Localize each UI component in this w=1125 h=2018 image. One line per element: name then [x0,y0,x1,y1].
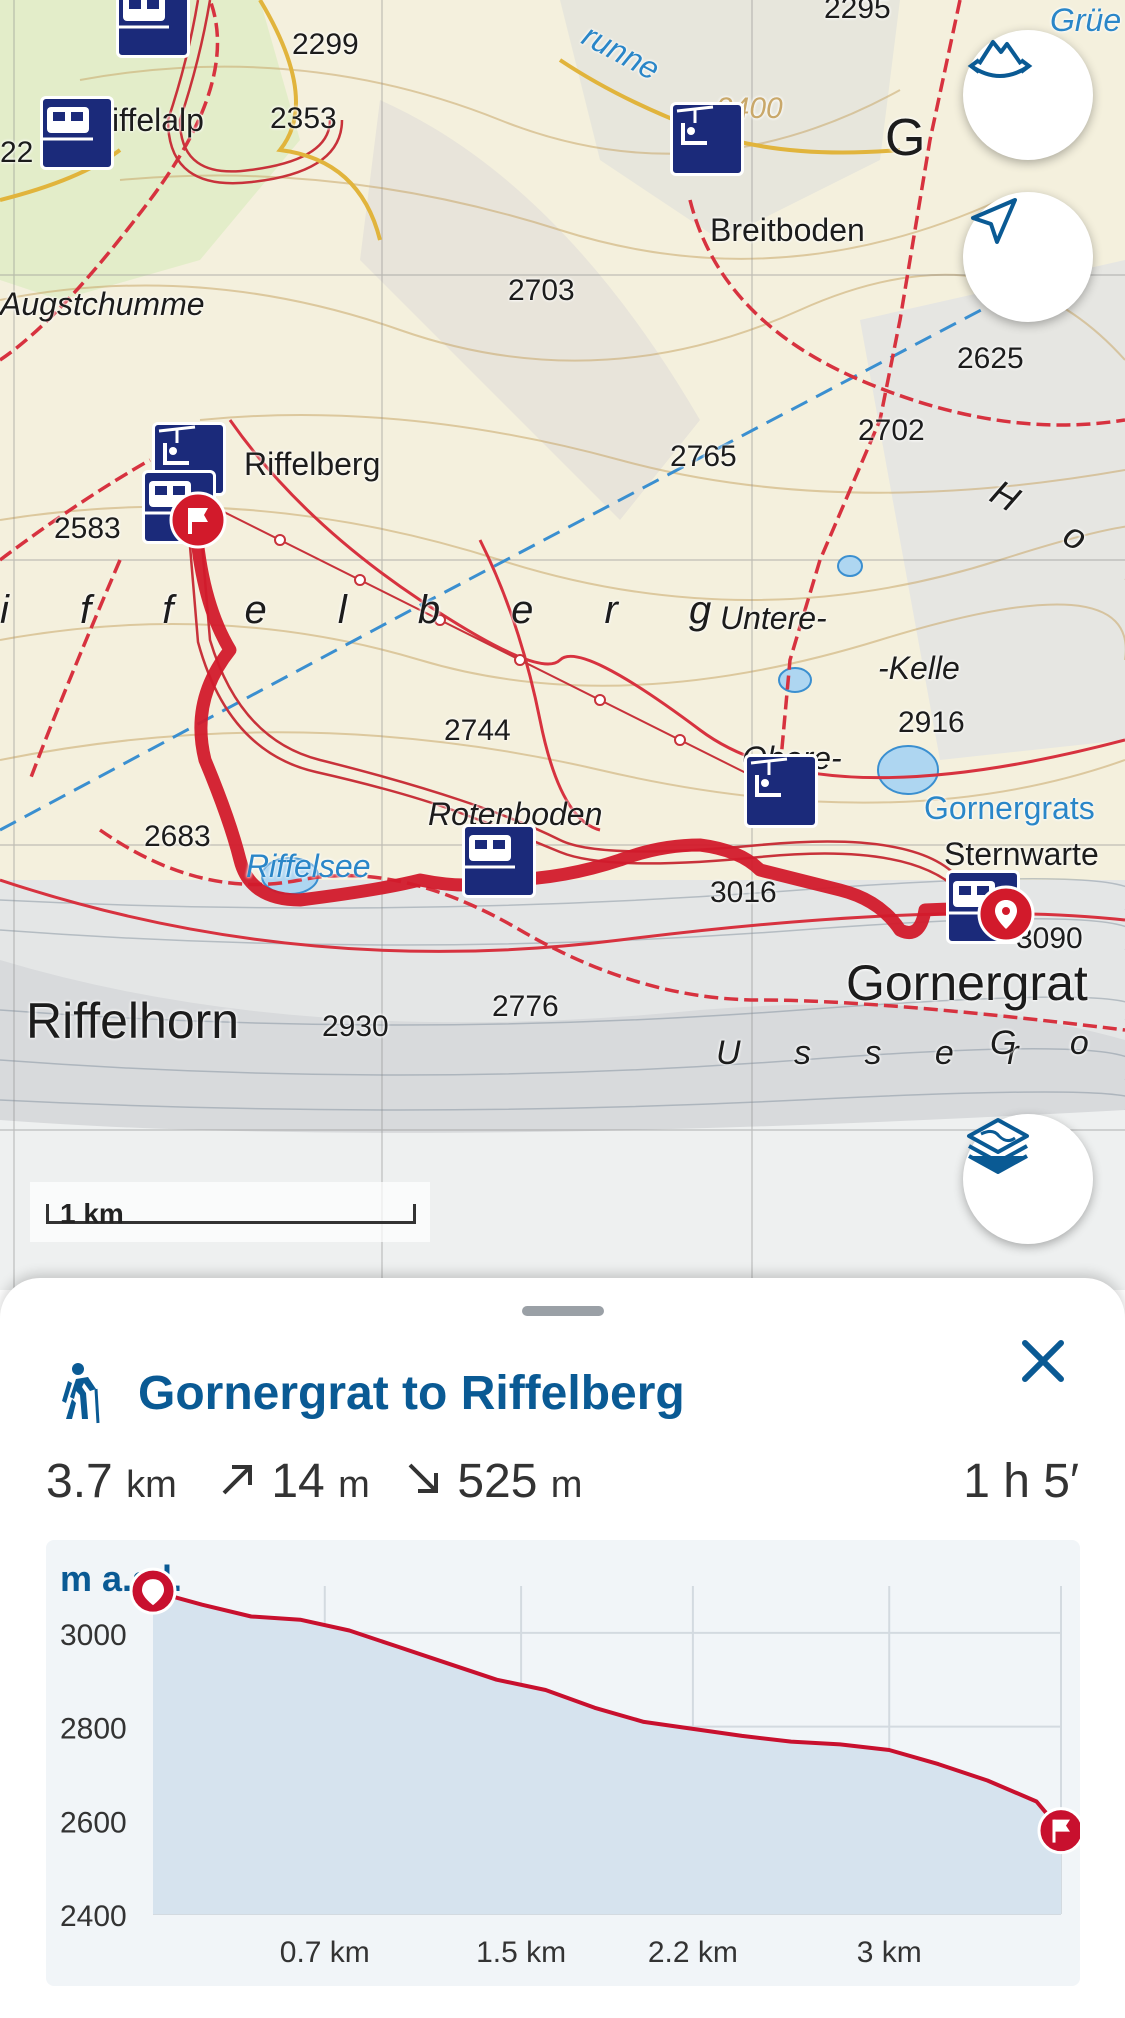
navigation-arrow-icon[interactable] [963,192,1093,322]
ascent-unit: m [338,1464,370,1506]
route-bottom-sheet[interactable]: Gornergrat to Riffelberg 3.7 km 14 m 525… [0,1278,1125,2018]
label-2703: 2703 [508,274,575,307]
descent-stat: 525 m [404,1454,582,1509]
sheet-drag-handle[interactable] [522,1306,604,1316]
chairlift-icon[interactable] [744,754,818,828]
label-gornergrats: Gornergrats [924,790,1095,826]
label-2295: 2295 [824,0,891,25]
label-2702: 2702 [858,414,925,447]
y-tick-label: 2800 [60,1713,127,1746]
close-icon [1022,1340,1064,1382]
railway-station-icon[interactable] [116,0,190,58]
x-tick-label: 0.7 km [280,1936,370,1969]
close-button[interactable] [1010,1328,1076,1394]
label-grue: Grüe [1050,2,1122,38]
descent-arrow-icon [408,1463,438,1493]
duration-stat: 1 h 5′ [963,1455,1079,1508]
y-tick-label: 2600 [60,1806,127,1839]
label-riffelberg: Riffelberg [244,446,381,482]
label-2299: 2299 [292,28,359,61]
route-title: Gornergrat to Riffelberg [138,1366,685,1420]
label-2744: 2744 [444,714,511,747]
layers-icon[interactable] [963,1114,1093,1244]
ascent-arrow-icon [222,1465,252,1495]
label-2683: 2683 [144,820,211,853]
distance-value: 3.7 [46,1455,113,1508]
ascent-stat: 14 m [218,1454,370,1509]
railway-station-icon[interactable] [40,96,114,170]
label-gornergrat: Gornergrat [846,955,1088,1011]
x-tick-label: 2.2 km [648,1936,738,1969]
label-2916: 2916 [898,706,965,739]
elevation-area [153,1591,1061,1914]
label-3016: 3016 [710,876,777,909]
descent-value: 525 [457,1455,538,1508]
map-background [0,0,1125,1290]
label-2776: 2776 [492,990,559,1023]
label-riffelalp: iffelalp [112,102,204,138]
x-tick-label: 3 km [857,1936,922,1969]
label-riffelberg-area: i f f e l b e r g [0,588,742,632]
label-22: 22 [0,136,34,169]
label-augstchumme: Augstchumme [0,286,205,322]
label-2930: 2930 [322,1010,389,1043]
label-2625: 2625 [957,342,1024,375]
elevation-chart-svg: 3000 2800 2600 2400 0.7 km 1.5 km 2.2 km 3 km [60,1567,1080,1969]
label-2583: 2583 [54,512,121,545]
route-title-row: Gornergrat to Riffelberg [52,1358,685,1428]
label-riffelhorn: Riffelhorn [26,993,240,1049]
map-view[interactable]: 2299 iffelalp 2353 22 2295 runne Grüe 24… [0,0,1125,1290]
distance-stat: 3.7 km [46,1454,177,1509]
mountain-rotate-icon[interactable] [963,30,1093,160]
x-tick-label: 1.5 km [476,1936,566,1969]
y-tick-label: 3000 [60,1619,127,1652]
label-g: G [885,109,926,167]
hiker-icon [62,1363,100,1424]
railway-station-icon[interactable] [462,824,536,898]
descent-unit: m [550,1464,583,1506]
label-riffelsee: Riffelsee [246,848,371,884]
route-stats: 3.7 km 14 m 525 m 1 h 5′ [46,1454,1079,1514]
label-untere: Untere- [720,600,827,636]
label-gor: G o r [990,1024,1125,1062]
label-sternwarte: Sternwarte [944,836,1099,872]
ascent-value: 14 [271,1455,325,1508]
label-2353: 2353 [270,102,337,135]
scale-bar-label: 1 km [60,1198,124,1229]
label-2765: 2765 [670,440,737,473]
map-scale-bar: 1 km [30,1182,430,1242]
label-breitboden: Breitboden [710,212,865,248]
distance-unit: km [126,1464,177,1506]
y-tick-label: 2400 [60,1900,127,1933]
label-kelle: -Kelle [878,650,960,686]
chairlift-icon[interactable] [670,102,744,176]
elevation-profile-chart[interactable]: m a.s.l. 3000 2800 2600 2400 0.7 km 1.5 km 2.2… [46,1540,1080,1986]
